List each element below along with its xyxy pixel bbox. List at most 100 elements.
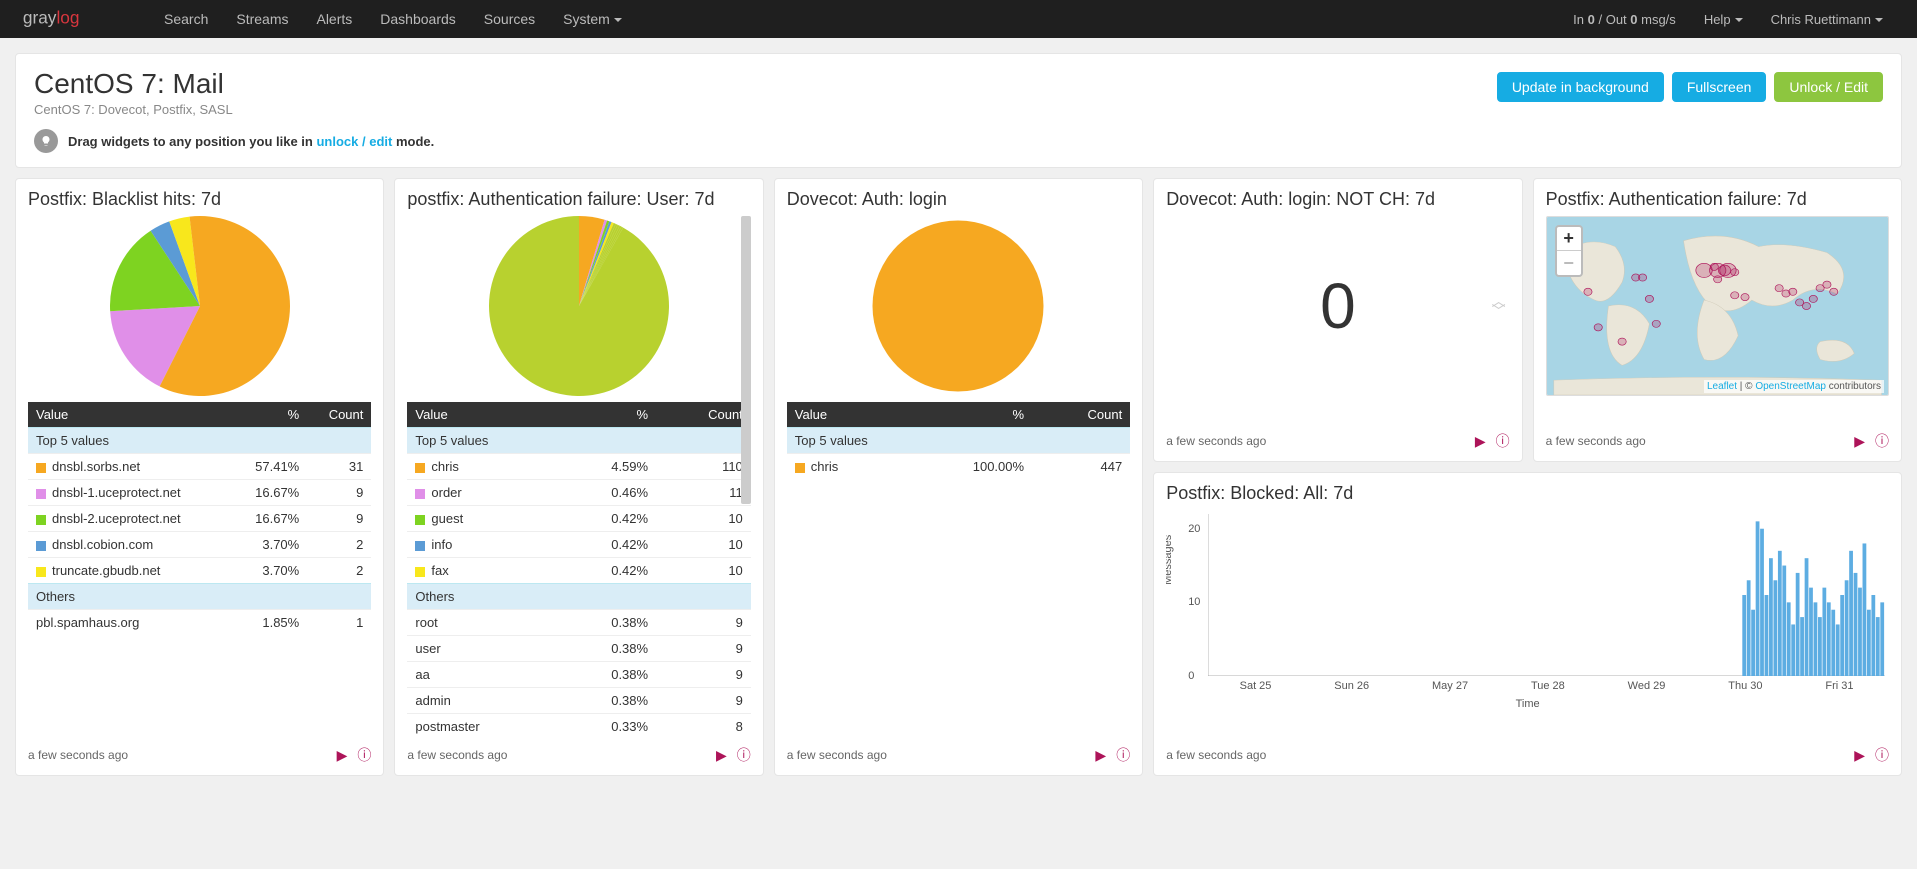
info-icon[interactable]: ⓘ xyxy=(1116,745,1130,765)
help-menu[interactable]: Help xyxy=(1690,2,1757,37)
col-percent: % xyxy=(557,402,656,428)
svg-text:graylog: graylog xyxy=(23,8,80,28)
lightbulb-icon xyxy=(34,129,58,153)
big-number-value: 0 ︿﹀ xyxy=(1166,216,1509,396)
table-row[interactable]: root0.38%9 xyxy=(407,610,750,636)
play-icon[interactable]: ▶ xyxy=(337,747,348,764)
page-subtitle: CentOS 7: Dovecot, Postfix, SASL xyxy=(34,102,1883,117)
updated-time: a few seconds ago xyxy=(1166,748,1266,762)
nav-streams[interactable]: Streams xyxy=(222,1,302,37)
table-row[interactable]: guest0.42%10 xyxy=(407,506,750,532)
col-value: Value xyxy=(28,402,231,428)
info-icon[interactable]: ⓘ xyxy=(737,745,751,765)
info-icon[interactable]: ⓘ xyxy=(357,745,371,765)
table-row[interactable]: info0.42%10 xyxy=(407,532,750,558)
widget-postfix-authfail-user: postfix: Authentication failure: User: 7… xyxy=(394,178,763,776)
data-table: Value % Count Top 5 valuesdnsbl.sorbs.ne… xyxy=(28,402,371,635)
chevron-down-icon xyxy=(1875,18,1883,22)
table-row[interactable]: order0.46%11 xyxy=(407,480,750,506)
col-value: Value xyxy=(787,402,902,428)
widget-title: Postfix: Blacklist hits: 7d xyxy=(28,189,371,210)
update-in-background-button[interactable]: Update in background xyxy=(1497,72,1664,102)
table-row[interactable]: pbl.spamhaus.org1.85%1 xyxy=(28,610,371,636)
widget-title: Dovecot: Auth: login xyxy=(787,189,1130,210)
bar-chart: Messages Sat 25Sun 26May 27Tue 28Wed 29T… xyxy=(1166,510,1889,710)
leaflet-link[interactable]: Leaflet xyxy=(1707,381,1737,392)
pie-chart xyxy=(489,216,669,396)
data-table: Value % Count Top 5 valueschris4.59%110o… xyxy=(407,402,750,739)
widget-title: Postfix: Authentication failure: 7d xyxy=(1546,189,1889,210)
throughput-indicator: In 0 / Out 0 msg/s xyxy=(1559,2,1690,37)
col-value: Value xyxy=(407,402,557,428)
table-row[interactable]: fax0.42%10 xyxy=(407,558,750,584)
osm-link[interactable]: OpenStreetMap xyxy=(1755,381,1826,392)
table-row[interactable]: user0.38%9 xyxy=(407,636,750,662)
widget-title: postfix: Authentication failure: User: 7… xyxy=(407,189,750,210)
updated-time: a few seconds ago xyxy=(1546,434,1646,448)
play-icon[interactable]: ▶ xyxy=(1854,433,1865,450)
table-row[interactable]: aa0.38%9 xyxy=(407,662,750,688)
play-icon[interactable]: ▶ xyxy=(1095,747,1106,764)
col-percent: % xyxy=(231,402,307,428)
brand-logo[interactable]: graylog xyxy=(20,8,120,30)
data-table: Value % Count Top 5 valueschris100.00%44… xyxy=(787,402,1130,479)
widget-postfix-blocked: Postfix: Blocked: All: 7d Messages Sat 2… xyxy=(1153,472,1902,776)
user-menu[interactable]: Chris Ruettimann xyxy=(1757,2,1897,37)
page-header: CentOS 7: Mail CentOS 7: Dovecot, Postfi… xyxy=(15,53,1902,168)
fullscreen-button[interactable]: Fullscreen xyxy=(1672,72,1767,102)
nav-search[interactable]: Search xyxy=(150,1,222,37)
navbar: graylog Search Streams Alerts Dashboards… xyxy=(0,0,1917,38)
pie-chart xyxy=(868,216,1048,396)
widget-dovecot-auth-login: Dovecot: Auth: login Value % Count Top 5… xyxy=(774,178,1143,776)
col-percent: % xyxy=(902,402,1032,428)
play-icon[interactable]: ▶ xyxy=(1854,747,1865,764)
info-icon[interactable]: ⓘ xyxy=(1875,745,1889,765)
nav-dashboards[interactable]: Dashboards xyxy=(366,1,470,37)
pie-chart xyxy=(110,216,290,396)
col-count: Count xyxy=(656,402,751,428)
table-row[interactable]: chris100.00%447 xyxy=(787,454,1130,480)
info-icon[interactable]: ⓘ xyxy=(1496,431,1510,451)
col-count: Count xyxy=(307,402,371,428)
x-axis-label: Time xyxy=(1166,698,1889,710)
zoom-in-button[interactable]: + xyxy=(1557,227,1581,251)
table-row[interactable]: dnsbl.cobion.com3.70%2 xyxy=(28,532,371,558)
table-row[interactable]: chris4.59%110 xyxy=(407,454,750,480)
scrollbar[interactable] xyxy=(741,216,751,504)
chevron-down-icon xyxy=(1735,18,1743,22)
col-count: Count xyxy=(1032,402,1130,428)
play-icon[interactable]: ▶ xyxy=(716,747,727,764)
nav-sources[interactable]: Sources xyxy=(470,1,549,37)
map-zoom-controls: + − xyxy=(1555,225,1583,277)
widget-title: Postfix: Blocked: All: 7d xyxy=(1166,483,1889,504)
world-map[interactable]: + − Leaflet | © OpenStreetMap contributo… xyxy=(1546,216,1889,396)
nav-system[interactable]: System xyxy=(549,1,636,37)
map-attribution: Leaflet | © OpenStreetMap contributors xyxy=(1704,380,1884,393)
table-row[interactable]: postmaster0.33%8 xyxy=(407,714,750,740)
nav-alerts[interactable]: Alerts xyxy=(302,1,366,37)
table-row[interactable]: dnsbl-1.uceprotect.net16.67%9 xyxy=(28,480,371,506)
y-axis-label: Messages xyxy=(1166,535,1174,585)
play-icon[interactable]: ▶ xyxy=(1475,433,1486,450)
widget-dovecot-not-ch: Dovecot: Auth: login: NOT CH: 7d 0 ︿﹀ a … xyxy=(1153,178,1522,462)
dashboard-grid: Postfix: Blacklist hits: 7d Value % Coun… xyxy=(15,178,1902,776)
table-row[interactable]: dnsbl-2.uceprotect.net16.67%9 xyxy=(28,506,371,532)
sort-icon: ︿﹀ xyxy=(1492,296,1506,316)
chevron-down-icon xyxy=(614,18,622,22)
table-row[interactable]: truncate.gbudb.net3.70%2 xyxy=(28,558,371,584)
table-row[interactable]: dnsbl.sorbs.net57.41%31 xyxy=(28,454,371,480)
zoom-out-button[interactable]: − xyxy=(1557,251,1581,275)
table-row[interactable]: admin0.38%9 xyxy=(407,688,750,714)
widget-title: Dovecot: Auth: login: NOT CH: 7d xyxy=(1166,189,1509,210)
updated-time: a few seconds ago xyxy=(407,748,507,762)
widget-postfix-authfail-map: Postfix: Authentication failure: 7d xyxy=(1533,178,1902,462)
unlock-edit-link[interactable]: unlock / edit xyxy=(316,134,392,149)
tip-text: Drag widgets to any position you like in… xyxy=(68,134,434,149)
widget-postfix-blacklist: Postfix: Blacklist hits: 7d Value % Coun… xyxy=(15,178,384,776)
updated-time: a few seconds ago xyxy=(1166,434,1266,448)
updated-time: a few seconds ago xyxy=(28,748,128,762)
updated-time: a few seconds ago xyxy=(787,748,887,762)
main-nav: Search Streams Alerts Dashboards Sources… xyxy=(150,1,636,37)
unlock-edit-button[interactable]: Unlock / Edit xyxy=(1774,72,1883,102)
info-icon[interactable]: ⓘ xyxy=(1875,431,1889,451)
